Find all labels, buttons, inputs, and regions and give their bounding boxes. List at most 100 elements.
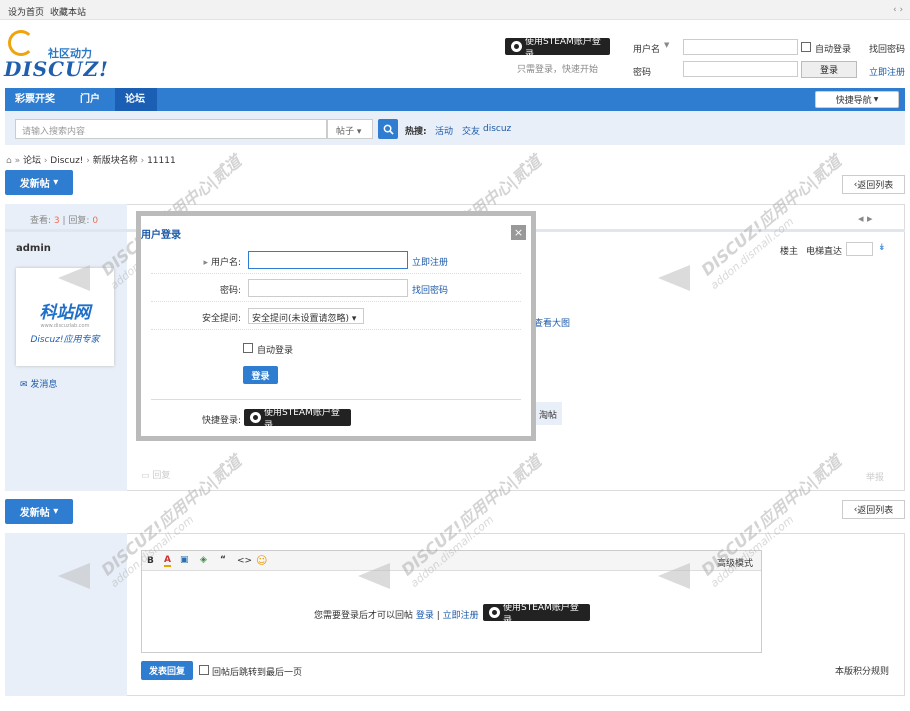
search-scope-select[interactable]: 帖子 ▾ [327, 119, 373, 139]
hot-search-item[interactable]: 交友 [462, 124, 480, 137]
favorite-link[interactable]: 收藏本站 [50, 5, 86, 18]
modal-auto-login-label: 自动登录 [257, 346, 294, 356]
quote-icon[interactable]: “ [220, 555, 226, 565]
editor-register-link[interactable]: 立即注册 [443, 611, 479, 621]
modal-password-label: 密码: [219, 286, 241, 296]
modal-find-password-link[interactable]: 找回密码 [412, 283, 448, 296]
avatar-url: www.discuzlab.com [40, 323, 90, 329]
quick-login-label: 快捷登录: [201, 416, 241, 426]
modal-username-label: ▸ 用户名: [203, 258, 241, 268]
breadcrumb-item[interactable]: 新版块名称 [93, 156, 138, 166]
chevron-down-icon[interactable]: ▼ [664, 41, 669, 49]
new-post-button-bottom[interactable]: 发新帖 ▾ [5, 499, 73, 524]
jump-arrow-icon[interactable]: ↡ [878, 243, 886, 253]
avatar-caption: Discuz!应用专家 [30, 335, 100, 345]
font-color-icon[interactable]: A [164, 555, 171, 567]
top-bar: 设为首页 收藏本站 ‹ › [0, 0, 910, 20]
modal-login-button[interactable]: 登录 [243, 366, 278, 384]
auto-login-label: 自动登录 [815, 45, 852, 55]
steam-icon [250, 412, 261, 423]
editor-steam-login-button[interactable]: 使用STEAM账户登录 [483, 603, 590, 626]
scroll-arrows-icon[interactable]: ‹ › [893, 5, 903, 15]
jump-last-label: 回帖后跳转到最后一页 [212, 668, 303, 678]
new-post-button[interactable]: 发新帖 ▾ [5, 170, 73, 195]
nav-item-forum[interactable]: 论坛 [115, 88, 157, 111]
editor-toolbar: B A ▣ ◈ “ <> ☺ 高级模式 [142, 551, 761, 571]
reply-left-column [5, 533, 127, 696]
set-home-link[interactable]: 设为首页 [8, 5, 44, 18]
main-nav: 彩票开奖 门户 论坛 快捷导航 ▼ [5, 88, 905, 111]
back-to-list-button-bottom[interactable]: ‹ 返回列表 [842, 500, 905, 519]
quick-nav-button[interactable]: 快捷导航 ▼ [815, 91, 899, 108]
reply-link[interactable]: ▭ 回复 [141, 468, 170, 481]
steam-icon [489, 607, 500, 618]
breadcrumb: ⌂ » 论坛 › Discuz! › 新版块名称 › 11111 [6, 156, 176, 166]
breadcrumb-item[interactable]: 论坛 [23, 156, 41, 166]
modal-password-input[interactable] [248, 279, 408, 297]
view-large-link[interactable]: 查看大图 [534, 316, 570, 329]
send-message-link[interactable]: ✉ 发消息 [20, 377, 57, 390]
logo-icon [8, 30, 34, 56]
report-link[interactable]: 举报 [866, 470, 884, 483]
search-icon [383, 124, 394, 135]
mail-icon: ✉ [20, 380, 28, 390]
search-bar: 请输入搜索内容 帖子 ▾ 热搜: 活动 交友 discuz [5, 111, 905, 145]
header-login-button[interactable]: 登录 [801, 61, 857, 78]
floor-jump-input[interactable] [846, 242, 873, 256]
jump-last-checkbox[interactable] [199, 665, 209, 675]
steam-icon [511, 41, 522, 52]
modal-username-input[interactable] [248, 251, 408, 269]
hot-search-item[interactable]: discuz [483, 124, 511, 134]
modal-steam-login-button[interactable]: 使用STEAM账户登录 [244, 408, 351, 431]
find-password-link[interactable]: 找回密码 [869, 42, 905, 55]
bold-icon[interactable]: B [147, 556, 154, 566]
home-icon[interactable]: ⌂ [6, 156, 12, 166]
register-link[interactable]: 立即注册 [869, 65, 905, 78]
nav-item-portal[interactable]: 门户 [80, 88, 100, 111]
author-name[interactable]: admin [16, 243, 51, 254]
breadcrumb-item: 11111 [147, 156, 176, 166]
editor-login-link[interactable]: 登录 [416, 611, 434, 621]
breadcrumb-item[interactable]: Discuz! [50, 156, 83, 166]
login-required-notice: 您需要登录后才可以回帖 登录 | 立即注册 [314, 611, 479, 621]
password-label: 密码 [633, 68, 652, 78]
modal-register-link[interactable]: 立即注册 [412, 255, 448, 268]
avatar[interactable]: 科站网 www.discuzlab.com Discuz!应用专家 [16, 268, 114, 366]
search-input[interactable]: 请输入搜索内容 [15, 119, 327, 139]
logo-text[interactable]: DISCUZ! [4, 57, 109, 81]
code-icon[interactable]: <> [237, 556, 252, 566]
close-icon[interactable]: × [511, 225, 526, 240]
nav-item-lottery[interactable]: 彩票开奖 [15, 88, 55, 111]
search-button[interactable] [378, 119, 398, 139]
smiley-icon[interactable]: ☺ [256, 554, 267, 567]
auto-login-checkbox[interactable] [801, 42, 811, 52]
elevator-label: 电梯直达 [806, 247, 843, 257]
modal-username-row: ▸ 用户名: 立即注册 [151, 246, 521, 274]
modal-divider [151, 399, 521, 400]
modal-security-label: 安全提问: [201, 314, 241, 324]
credit-rules-link[interactable]: 本版积分规则 [835, 664, 889, 677]
hot-search-item[interactable]: 活动 [435, 124, 453, 137]
view-stats: 查看: 3 | 回复: 0 [30, 216, 99, 226]
header-password-input[interactable] [683, 61, 798, 77]
submit-reply-button[interactable]: 发表回复 [141, 661, 193, 680]
prev-next-icon[interactable]: ◂ ▸ [858, 212, 873, 225]
caret-down-icon: ▼ [873, 96, 879, 103]
steam-login-button[interactable]: 使用STEAM账户登录 [505, 37, 610, 60]
username-label: 用户名 [633, 45, 661, 55]
link-icon[interactable]: ◈ [200, 555, 207, 565]
security-question-select[interactable]: 安全提问(未设置请忽略) ▾ [248, 308, 364, 324]
modal-title: 用户登录 [141, 230, 181, 241]
header-username-input[interactable] [683, 39, 798, 55]
modal-password-row: 密码: 找回密码 [151, 274, 521, 302]
image-icon[interactable]: ▣ [180, 555, 189, 565]
modal-auto-login-checkbox[interactable] [243, 343, 253, 353]
back-to-list-button[interactable]: ‹ 返回列表 [842, 175, 905, 194]
steam-subtext: 只需登录，快速开始 [517, 65, 599, 75]
avatar-logo-text: 科站网 [39, 303, 91, 323]
advanced-mode-link[interactable]: 高级模式 [717, 556, 753, 569]
modal-security-row: 安全提问: 安全提问(未设置请忽略) ▾ [151, 302, 521, 330]
floor-host-label: 楼主 [780, 247, 799, 257]
hot-search-label: 热搜: [405, 127, 427, 137]
login-modal: 用户登录 × ▸ 用户名: 立即注册 密码: 找回密码 安全提问: 安全提问(未… [136, 211, 536, 441]
